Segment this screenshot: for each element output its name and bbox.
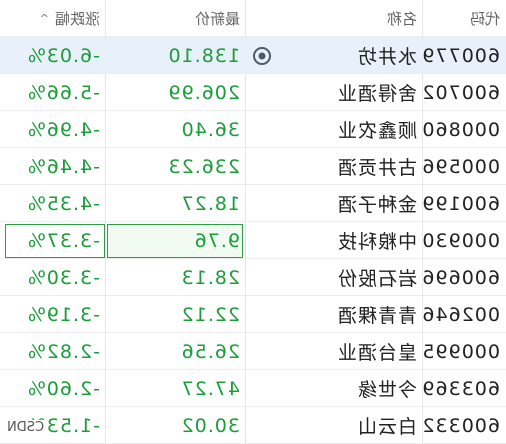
stock-change: -5.66% [26, 81, 100, 104]
stock-name-cell: 白云山 [246, 407, 423, 444]
stock-code: 600696 [423, 266, 500, 289]
table-row[interactable]: 000930 中粮科技 9.76 -3.37% [0, 222, 506, 259]
stock-name: 青青稞酒 [336, 305, 417, 327]
eye-icon[interactable] [252, 46, 272, 66]
stock-price: 30.02 [180, 414, 240, 437]
stock-code: 600702 [423, 81, 500, 104]
table-row[interactable]: 600702 舍得酒业 206.99 -5.66% [0, 74, 506, 111]
stock-name-cell: 顺鑫农业 [246, 111, 423, 148]
stock-name-cell: 今世缘 [246, 370, 423, 407]
stock-name-cell: 中粮科技 [246, 222, 423, 259]
stock-name-cell: 舍得酒业 [246, 74, 423, 111]
stock-price: 26.56 [180, 340, 240, 363]
header-name[interactable]: 名称 [246, 0, 423, 37]
stock-change: -3.37% [26, 229, 100, 252]
stock-name: 顺鑫农业 [336, 120, 417, 142]
header-change-label: 涨跌幅 [54, 10, 100, 28]
stock-price: 9.76 [193, 229, 240, 252]
stock-name: 水井坊 [356, 46, 417, 68]
stock-name: 白云山 [356, 416, 417, 438]
stock-price: 28.13 [180, 266, 240, 289]
table-row[interactable]: 000596 古井贡酒 236.23 -4.46% [0, 148, 506, 185]
stock-price: 36.40 [180, 118, 240, 141]
header-change[interactable]: 涨跌幅 ^ [0, 0, 106, 37]
stock-name: 金种子酒 [336, 194, 417, 216]
table-row[interactable]: 603369 今世缘 47.27 -2.60% [0, 370, 506, 407]
stock-name-cell: 青青稞酒 [246, 296, 423, 333]
table-row[interactable]: 000995 皇台酒业 26.56 -2.82% [0, 333, 506, 370]
stock-name-cell: 古井贡酒 [246, 148, 423, 185]
stock-price: 236.23 [167, 155, 240, 178]
table-row[interactable]: 600696 岩石股份 28.13 -3.30% [0, 259, 506, 296]
header-code[interactable]: 代码 [423, 0, 506, 37]
stock-code: 002646 [423, 303, 500, 326]
sort-indicator-icon[interactable]: ^ [40, 12, 49, 25]
stock-change: -2.82% [26, 340, 100, 363]
stock-code: 600779 [423, 44, 500, 67]
stock-change: -3.30% [26, 266, 100, 289]
stock-name: 皇台酒业 [336, 342, 417, 364]
stock-change: -4.96% [26, 118, 100, 141]
stock-code: 600332 [423, 414, 500, 437]
stock-table-mirrored: 代码 名称 最新价 涨跌幅 ^ 600779 水井坊 138.10 -6.03% 600… [0, 0, 506, 444]
stock-name-cell: 水井坊 [246, 37, 423, 74]
table-row[interactable]: 600332 白云山 30.02 -1.53% [0, 407, 506, 444]
stock-change: -3.19% [26, 303, 100, 326]
stock-price: 47.27 [180, 377, 240, 400]
stock-price: 18.27 [180, 192, 240, 215]
stock-change: -4.35% [26, 192, 100, 215]
header-price[interactable]: 最新价 [106, 0, 246, 37]
stock-name: 古井贡酒 [336, 157, 417, 179]
stock-code: 600199 [423, 192, 500, 215]
stock-code: 000860 [423, 118, 500, 141]
stock-change: -4.46% [26, 155, 100, 178]
stock-price: 206.99 [167, 81, 240, 104]
stock-name: 中粮科技 [336, 231, 417, 253]
stock-name-cell: 金种子酒 [246, 185, 423, 222]
stock-price: 138.10 [167, 44, 240, 67]
stock-name: 岩石股份 [336, 268, 417, 290]
table-row[interactable]: 002646 青青稞酒 22.12 -3.19% [0, 296, 506, 333]
stock-change: -6.03% [26, 44, 100, 67]
stock-name: 舍得酒业 [336, 83, 417, 105]
table-row[interactable]: 600779 水井坊 138.10 -6.03% [0, 37, 506, 74]
stock-code: 603369 [423, 377, 500, 400]
stock-name: 今世缘 [356, 379, 417, 401]
stock-code: 000596 [423, 155, 500, 178]
table-row[interactable]: 000860 顺鑫农业 36.40 -4.96% [0, 111, 506, 148]
header-row: 代码 名称 最新价 涨跌幅 ^ [0, 0, 506, 37]
stock-price: 22.12 [180, 303, 240, 326]
stock-change: -2.60% [26, 377, 100, 400]
watermark: CSDN [3, 420, 49, 435]
stock-code: 000930 [423, 229, 500, 252]
table-row[interactable]: 600199 金种子酒 18.27 -4.35% [0, 185, 506, 222]
stock-name-cell: 皇台酒业 [246, 333, 423, 370]
stock-name-cell: 岩石股份 [246, 259, 423, 296]
stock-code: 000995 [423, 340, 500, 363]
